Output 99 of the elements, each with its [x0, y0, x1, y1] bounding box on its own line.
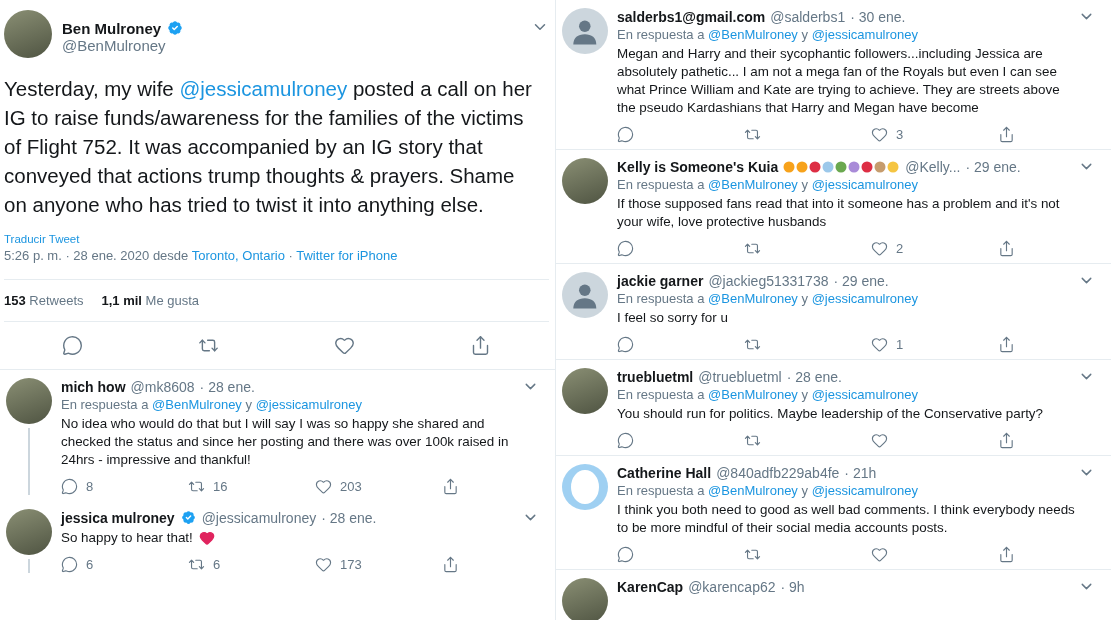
action-count: 173: [340, 557, 362, 572]
mention-link[interactable]: @jessicamulroney: [811, 387, 919, 402]
reply-context: En respuesta a @BenMulroney y @jessicamulroney: [617, 177, 920, 192]
heart-icon[interactable]: [334, 335, 356, 356]
heart-icon[interactable]: [315, 556, 332, 573]
heart-icon[interactable]: [315, 478, 332, 495]
share-icon[interactable]: [442, 478, 459, 495]
photo-placeholder[interactable]: [6, 509, 52, 555]
action-count: 16: [213, 479, 228, 494]
photo-placeholder[interactable]: [562, 368, 608, 414]
link[interactable]: @jessicamulroney: [179, 77, 348, 100]
reply-icon[interactable]: [61, 478, 78, 495]
share-icon[interactable]: [998, 126, 1015, 143]
share-icon[interactable]: [998, 432, 1015, 449]
user-handle[interactable]: @karencap62: [688, 578, 776, 595]
reply-text: You should run for politics. Maybe leadership of the Conservative party?: [617, 405, 1043, 423]
user-name[interactable]: salderbs1@gmail.com: [617, 8, 766, 25]
reply-icon[interactable]: [617, 546, 634, 563]
tweet-date[interactable]: · 30 ene.: [850, 8, 906, 25]
mention-link[interactable]: @BenMulroney: [708, 483, 798, 498]
share-icon[interactable]: [998, 546, 1015, 563]
reply-text: I feel so sorry for u: [617, 309, 728, 327]
share-icon[interactable]: [998, 240, 1015, 257]
reply-icon[interactable]: [617, 432, 634, 449]
share-icon[interactable]: [998, 336, 1015, 353]
action-count: 1: [896, 337, 904, 352]
user-name[interactable]: truebluetml: [617, 368, 694, 385]
reply-text: If those supposed fans read that into it someone has a problem and it's not your wife, love protective husbands: [617, 195, 1061, 231]
reply-text: No idea who would do that but I will say I was so happy she shared and checked the status and since her posting and there was over 100k raised in 24hrs - impressive and thankful!: [61, 415, 510, 469]
tweet-date[interactable]: · 28 ene.: [199, 378, 255, 395]
action-count: 3: [896, 127, 904, 142]
tweet-meta: 5:26 p. m. · 28 ene. 2020 desde Toronto, Ontario · Twitter for iPhone: [4, 248, 399, 263]
reply-icon[interactable]: [617, 240, 634, 257]
user-handle[interactable]: @jessicamulroney: [201, 509, 317, 526]
reply-icon[interactable]: [61, 335, 83, 356]
link[interactable]: Toronto, Ontario: [191, 248, 285, 263]
mention-link[interactable]: @BenMulroney: [708, 27, 798, 42]
user-name[interactable]: Ben Mulroney: [62, 19, 162, 37]
reply-context: En respuesta a @BenMulroney y @jessicamulroney: [617, 483, 920, 498]
user-name[interactable]: mich how: [61, 378, 126, 395]
action-count: 6: [213, 557, 221, 572]
tweet-date[interactable]: · 9h: [780, 578, 805, 595]
heart-icon[interactable]: [871, 336, 888, 353]
user-name[interactable]: Catherine Hall: [617, 464, 712, 481]
mention-link[interactable]: @jessicamulroney: [811, 291, 919, 306]
tweet-stat[interactable]: 1,1 mil Me gusta: [101, 293, 200, 308]
tweet-date[interactable]: · 29 ene.: [833, 272, 889, 289]
mention-link[interactable]: @jessicamulroney: [255, 397, 363, 412]
reply-text: Megan and Harry and their sycophantic followers...including Jessica are absolutely pathetic... I am not a mega fan of the Royals but even I can see what Prince William and Kate are trying to achieve. They are streets above the pseudo Kardashians that Harry and Megan have become: [617, 45, 1061, 117]
user-handle[interactable]: @Kelly...: [905, 158, 961, 175]
reply-context: En respuesta a @BenMulroney y @jessicamulroney: [617, 27, 920, 42]
tweet-date[interactable]: · 28 ene.: [321, 509, 377, 526]
tweet-text: Yesterday, my wife @jessicamulroney posted a call on her IG to raise funds/awareness for the families of the victims of Flight 752. It was accompanied by an IG story that conveyed that actions trump thoughts & prayers. Shame on anyone who has tried to twist it into anything else.: [4, 76, 533, 218]
user-name[interactable]: jackie garner: [617, 272, 704, 289]
heart-icon[interactable]: [871, 240, 888, 257]
mention-link[interactable]: @BenMulroney: [708, 387, 798, 402]
action-count: 6: [86, 557, 94, 572]
mention-link[interactable]: @BenMulroney: [708, 177, 798, 192]
mention-link[interactable]: @BenMulroney: [152, 397, 242, 412]
translate-link[interactable]: Traducir Tweet: [4, 233, 80, 245]
heart-icon[interactable]: [871, 546, 888, 563]
tweet-date[interactable]: · 29 ene.: [965, 158, 1021, 175]
photo-placeholder[interactable]: [6, 378, 52, 424]
mention-link[interactable]: @BenMulroney: [708, 291, 798, 306]
reply-icon[interactable]: [617, 126, 634, 143]
action-count: 8: [86, 479, 94, 494]
default-avatar[interactable]: [562, 8, 608, 54]
tweet-date[interactable]: · 21h: [844, 464, 877, 481]
action-count: 203: [340, 479, 362, 494]
user-handle[interactable]: @840adfb229ab4fe: [716, 464, 840, 481]
mention-link[interactable]: @jessicamulroney: [811, 27, 919, 42]
reply-context: En respuesta a @BenMulroney y @jessicamulroney: [617, 291, 920, 306]
photo-placeholder[interactable]: [4, 10, 52, 58]
user-name[interactable]: Kelly is Someone's Kuia: [617, 158, 779, 175]
reply-context: En respuesta a @BenMulroney y @jessicamulroney: [617, 387, 920, 402]
share-icon[interactable]: [442, 556, 459, 573]
reply-text: So happy to hear that!: [61, 529, 193, 547]
tweet-stat[interactable]: 153 Retweets: [4, 293, 84, 308]
link[interactable]: Twitter for iPhone: [296, 248, 398, 263]
heart-icon[interactable]: [871, 126, 888, 143]
user-handle[interactable]: @mk8608: [130, 378, 195, 395]
photo-placeholder[interactable]: [562, 158, 608, 204]
action-count: 2: [896, 241, 904, 256]
reply-icon[interactable]: [617, 336, 634, 353]
user-handle[interactable]: @truebluetml: [698, 368, 782, 385]
reply-context: En respuesta a @BenMulroney y @jessicamulroney: [61, 397, 364, 412]
default-avatar[interactable]: [562, 272, 608, 318]
user-handle[interactable]: @salderbs1: [770, 8, 846, 25]
tweet-date[interactable]: · 28 ene.: [786, 368, 842, 385]
user-name[interactable]: KarenCap: [617, 578, 684, 595]
mention-link[interactable]: @jessicamulroney: [811, 177, 919, 192]
mention-link[interactable]: @jessicamulroney: [811, 483, 919, 498]
photo-placeholder[interactable]: [562, 578, 608, 620]
user-handle[interactable]: @BenMulroney: [62, 37, 521, 54]
reply-text: I think you both need to good as well bad comments. I think everybody needs to be more mindful of their social media accounts posts.: [617, 501, 1075, 537]
heart-icon[interactable]: [871, 432, 888, 449]
user-name[interactable]: jessica mulroney: [61, 509, 175, 526]
reply-icon[interactable]: [61, 556, 78, 573]
user-handle[interactable]: @jackieg51331738: [708, 272, 829, 289]
